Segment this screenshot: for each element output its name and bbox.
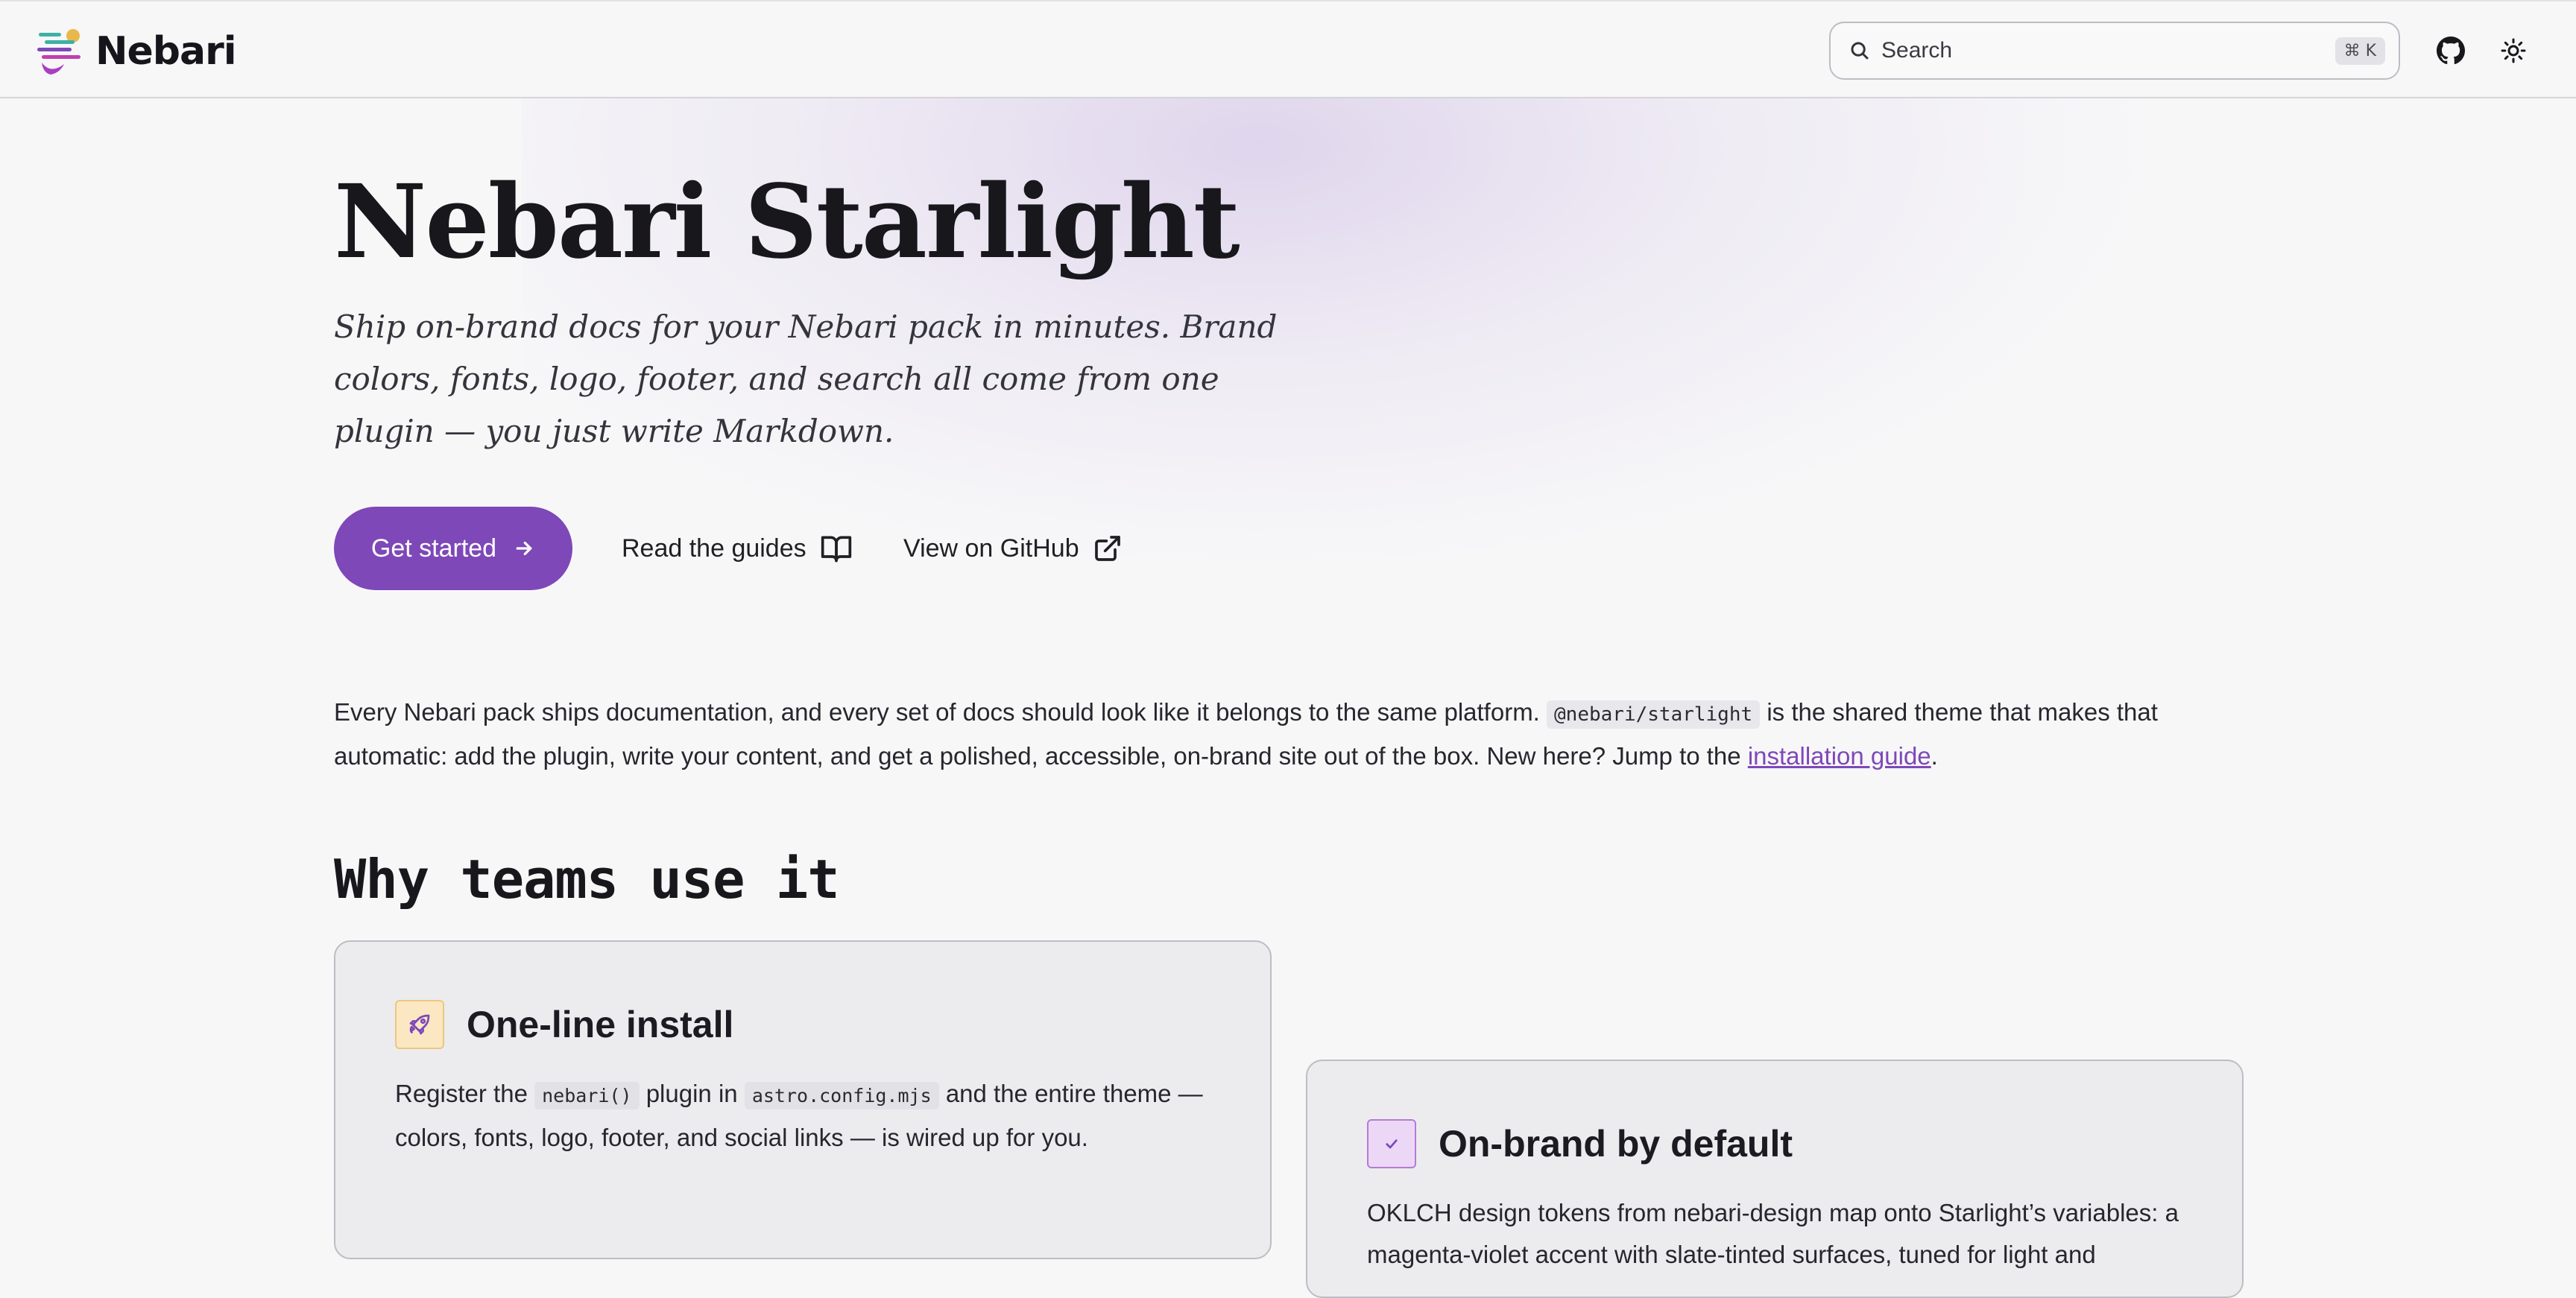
search-placeholder: Search (1881, 38, 1953, 63)
page-title: Nebari Starlight (334, 162, 1240, 282)
intro-text-3: . (1931, 742, 1938, 770)
package-name-code: @nebari/starlight (1547, 700, 1761, 729)
feature-card-install: One-line install Register the nebari() p… (334, 940, 1272, 1259)
card-title: One-line install (467, 1004, 734, 1045)
section-heading: Why teams use it (334, 848, 840, 911)
rocket-icon (395, 1000, 444, 1049)
book-icon (821, 536, 851, 563)
plugin-code: nebari() (534, 1082, 640, 1109)
get-started-label: Get started (370, 534, 497, 563)
arrow-right-icon (516, 541, 532, 556)
config-file-code: astro.config.mjs (744, 1082, 939, 1109)
installation-guide-link[interactable]: installation guide (1748, 742, 1931, 770)
card-title: On-brand by default (1439, 1123, 1793, 1165)
search-input[interactable]: Search ⌘ K (1829, 22, 2400, 80)
brand-name: Nebari (95, 29, 237, 74)
read-guides-label: Read the guides (622, 534, 806, 563)
get-started-button[interactable]: Get started (334, 507, 572, 590)
card-header: On-brand by default (1367, 1119, 2182, 1168)
card-body: OKLCH design tokens from nebari-design m… (1367, 1199, 2179, 1268)
theme-toggle-button[interactable] (2497, 34, 2530, 67)
github-icon (2437, 37, 2465, 65)
top-bar: Nebari Search ⌘ K (0, 0, 2576, 98)
read-guides-link[interactable]: Read the guides (622, 522, 853, 575)
feature-card-on-brand: On-brand by default OKLCH design tokens … (1306, 1060, 2244, 1298)
view-on-github-label: View on GitHub (903, 534, 1079, 563)
nebari-logo-icon (37, 29, 80, 75)
external-link-icon (1094, 536, 1120, 561)
search-icon (1851, 42, 1869, 60)
search-shortcut-badge: ⌘ K (2334, 37, 2385, 65)
check-icon (1367, 1119, 1416, 1168)
card-header: One-line install (395, 1000, 1210, 1049)
card-body-text-2: plugin in (645, 1080, 738, 1107)
card-body-text-1: Register the (395, 1080, 528, 1107)
card-body: Register the nebari() plugin in astro.co… (395, 1073, 1210, 1159)
intro-paragraph: Every Nebari pack ships documentation, a… (334, 691, 2242, 777)
sun-icon (2501, 38, 2526, 63)
hero-tagline: Ship on-brand docs for your Nebari pack … (334, 308, 1278, 449)
brand-home-link[interactable]: Nebari (34, 25, 237, 77)
view-on-github-link[interactable]: View on GitHub (903, 522, 1123, 575)
intro-text-1: Every Nebari pack ships documentation, a… (334, 698, 1540, 726)
github-link[interactable] (2434, 34, 2467, 67)
